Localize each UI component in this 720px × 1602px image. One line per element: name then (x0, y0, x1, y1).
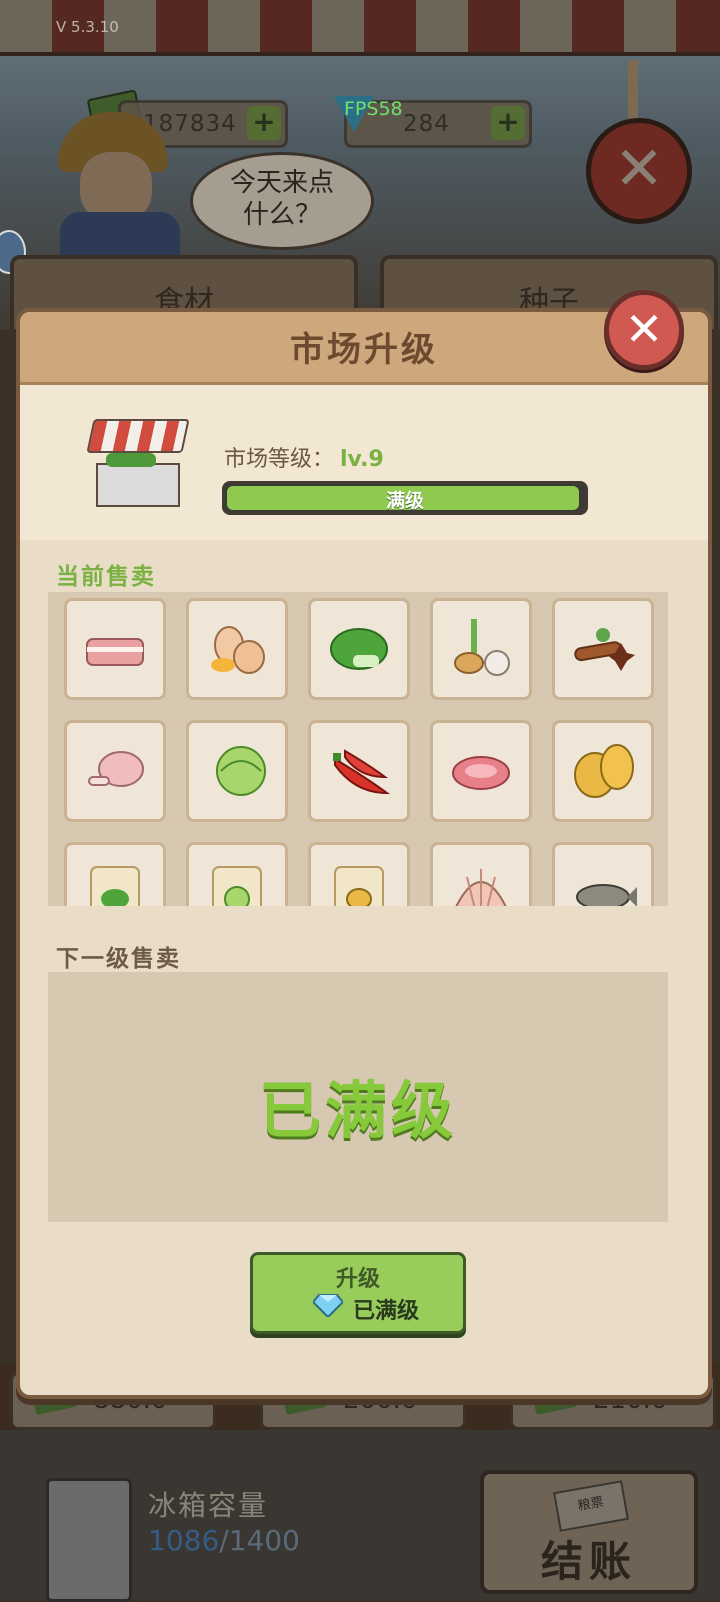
fridge-capacity-label: 冰箱容量 (148, 1489, 269, 1522)
eggs-icon (211, 626, 265, 674)
market-stall-icon (86, 419, 190, 507)
carp-icon (576, 884, 637, 906)
ginger-garlic-scallion-icon (454, 619, 510, 676)
cabbage-icon (216, 746, 266, 796)
item-slot[interactable] (186, 720, 288, 822)
item-slot[interactable] (552, 842, 654, 906)
fridge-icon[interactable] (46, 1478, 132, 1602)
market-level-info: 市场等级： lv.9 满级 (20, 385, 708, 540)
potato-icon (574, 744, 634, 798)
sign-rope (628, 60, 638, 120)
exit-market-button[interactable]: ✕ (586, 118, 692, 224)
stall-counter (96, 463, 180, 507)
ration-ticket-icon: 粮票 (553, 1480, 629, 1532)
stall-vegetables (106, 453, 156, 467)
diamond-icon (313, 1294, 343, 1317)
gems-value: 284 (403, 111, 450, 137)
close-dialog-button[interactable]: ✕ (604, 290, 684, 370)
fps-counter: FPS58 (344, 98, 403, 120)
checkout-label: 结账 (540, 1537, 637, 1586)
add-gems-button[interactable]: + (491, 106, 525, 140)
level-progress-text: 满级 (385, 490, 424, 512)
item-slot[interactable] (552, 598, 654, 700)
spices-icon (574, 628, 635, 671)
item-slot[interactable] (430, 598, 532, 700)
fridge-capacity-value: 1086/1400 (148, 1524, 300, 1557)
current-sale-heading: 当前售卖 (56, 564, 156, 590)
scallop-icon (455, 869, 507, 906)
chili-pepper-icon (333, 749, 391, 795)
market-level-text: 市场等级： lv.9 (224, 441, 384, 473)
upgrade-cost-text: 已满级 (353, 1299, 420, 1324)
stall-roof (86, 419, 190, 453)
item-slot[interactable] (308, 720, 410, 822)
potato-seed-bag-icon (334, 866, 384, 906)
item-slot[interactable] (552, 720, 654, 822)
item-slot[interactable] (64, 598, 166, 700)
cabbage-seed-bag-icon (212, 866, 262, 906)
item-slot[interactable] (308, 842, 410, 906)
upgrade-button[interactable]: 升级 已满级 (250, 1252, 466, 1334)
fridge-used: 1086 (148, 1524, 220, 1557)
market-upgrade-dialog: 市场升级 市场等级： lv.9 满级 当前售卖 下一级售卖 已满级 升级 已满级 (16, 308, 712, 1399)
add-coins-button[interactable]: + (247, 106, 281, 140)
bok-choy-icon (330, 628, 388, 670)
version-label: V 5.3.10 (56, 18, 119, 36)
item-slot[interactable] (64, 720, 166, 822)
level-progress-bar: 满级 (222, 481, 588, 515)
next-sale-heading: 下一级售卖 (56, 946, 181, 972)
pork-belly-icon (86, 638, 144, 666)
chicken-leg-icon (88, 751, 144, 787)
market-level-value: lv.9 (340, 447, 384, 472)
item-slot[interactable] (64, 842, 166, 906)
item-slot[interactable] (186, 598, 288, 700)
item-slot[interactable] (308, 598, 410, 700)
beef-icon (452, 756, 510, 790)
fridge-separator: / (219, 1524, 229, 1557)
speech-line-2: 什么？ (242, 200, 321, 230)
next-level-items-box: 已满级 (48, 972, 668, 1222)
fridge-max: 1400 (228, 1524, 300, 1557)
bok-choy-seed-bag-icon (90, 866, 140, 906)
speech-line-1: 今天来点 (229, 168, 334, 198)
max-level-text: 已满级 (258, 1074, 457, 1147)
market-level-label: 市场等级： (224, 447, 335, 472)
vendor-character (40, 112, 190, 272)
upgrade-button-label: 升级 (335, 1267, 380, 1292)
item-slot[interactable] (430, 720, 532, 822)
speech-bubble: 今天来点 什么？ (190, 152, 374, 250)
checkout-button[interactable]: 粮票 结账 (480, 1470, 698, 1594)
item-slot[interactable] (186, 842, 288, 906)
current-items-grid (48, 592, 668, 906)
item-slot[interactable] (430, 842, 532, 906)
